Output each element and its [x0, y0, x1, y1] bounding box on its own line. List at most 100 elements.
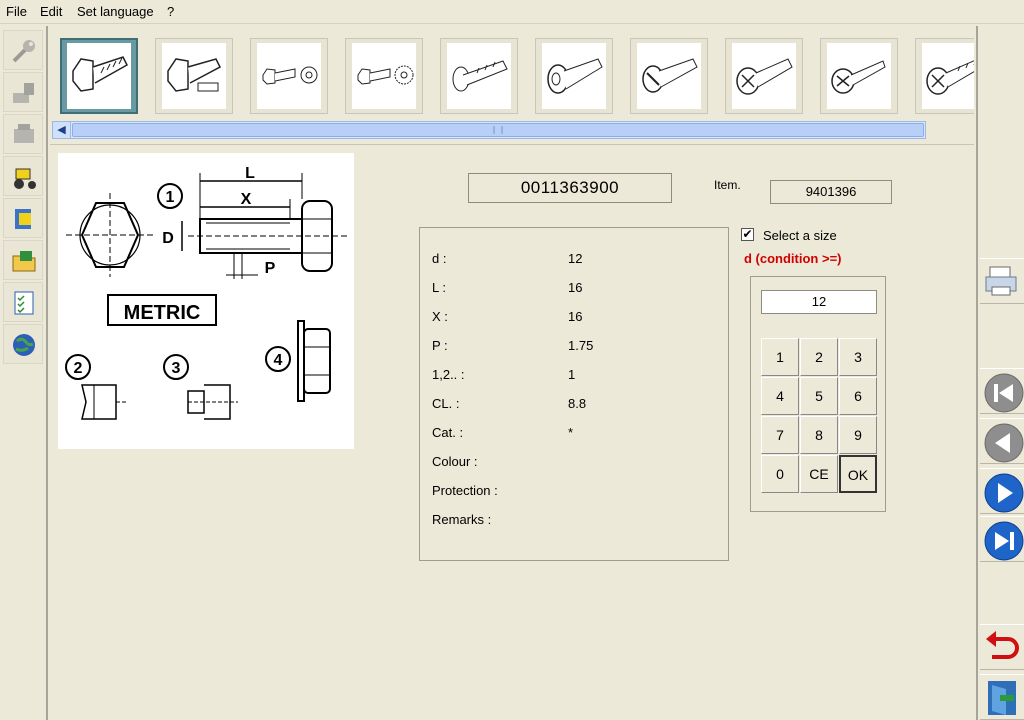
wrench-button[interactable] [3, 30, 43, 70]
spec-value: 8.8 [568, 396, 587, 411]
menu-help[interactable]: ? [167, 4, 174, 19]
diagram-label-X: X [241, 191, 252, 208]
left-toolbar [0, 26, 48, 720]
print-button[interactable] [980, 258, 1024, 304]
bolt-washer-icon [262, 66, 318, 85]
key-3[interactable]: 3 [839, 338, 877, 376]
spec-row-X: X : 16 [432, 309, 722, 329]
spec-value: 1 [568, 367, 576, 382]
book-button[interactable] [3, 198, 43, 238]
spec-row-type: 1,2.. : 1 [432, 367, 722, 387]
checklist-button[interactable] [3, 282, 43, 322]
diagram-label-D: D [162, 230, 174, 247]
thumbnail-scrollbar[interactable]: ◀ [52, 121, 926, 139]
spec-label: Cat. : [432, 425, 464, 440]
thumb-socket-cap-screw[interactable] [535, 38, 613, 114]
spec-label: Remarks : [432, 512, 492, 527]
bolt-lock-washer-icon [357, 65, 414, 85]
diagram-metric-label: METRIC [124, 302, 201, 324]
key-2[interactable]: 2 [800, 338, 838, 376]
next-record-button[interactable] [980, 468, 1024, 514]
spec-label: P : [432, 338, 448, 353]
menu-bar: File Edit Set language ? [0, 0, 1024, 24]
thumb-hex-bolt-with-label[interactable] [155, 38, 233, 114]
undo-button[interactable] [980, 624, 1024, 670]
thumb-phillips-pan-screw[interactable] [915, 38, 974, 114]
first-record-button[interactable] [980, 368, 1024, 414]
bolt-diagram: 1 L X D P METRIC 2 3 4 [58, 153, 354, 449]
spec-row-cat: Cat. : * [432, 425, 722, 445]
hammer-icon [13, 83, 34, 103]
item-label: Item. [714, 178, 741, 192]
key-8[interactable]: 8 [800, 416, 838, 454]
folder-icon [12, 251, 36, 272]
thumb-slotted-screw[interactable] [630, 38, 708, 114]
thumb-bolt-with-washer[interactable] [250, 38, 328, 114]
diagram-circle-4: 4 [274, 352, 283, 369]
tractor-button[interactable] [3, 156, 43, 196]
phillips-pan-screw-icon [926, 60, 974, 95]
menu-file[interactable]: File [6, 4, 27, 19]
right-toolbar [976, 26, 1024, 720]
thumbnail-strip [50, 26, 974, 119]
socket-cap-screw-icon [547, 58, 603, 94]
scroll-left-arrow-icon[interactable]: ◀ [53, 122, 71, 138]
previous-icon [984, 423, 1024, 463]
printer-icon [985, 266, 1017, 296]
diagram-label-L: L [245, 165, 255, 182]
spec-row-L: L : 16 [432, 280, 722, 300]
scrollbar-thumb[interactable] [72, 123, 924, 137]
key-1[interactable]: 1 [761, 338, 799, 376]
select-size-checkbox[interactable]: ✔ [741, 228, 754, 241]
last-icon [984, 521, 1024, 561]
key-6[interactable]: 6 [839, 377, 877, 415]
size-keypad: 12 1 2 3 4 5 6 7 8 9 0 CE OK [750, 276, 886, 512]
first-icon [984, 373, 1024, 413]
spec-value: 1.75 [568, 338, 594, 353]
item-number-field: 9401396 [770, 180, 892, 204]
key-ok[interactable]: OK [839, 455, 877, 493]
globe-button[interactable] [3, 324, 43, 364]
thumb-bolt-with-lock-washer[interactable] [345, 38, 423, 114]
last-record-button[interactable] [980, 516, 1024, 562]
spec-value: * [568, 425, 574, 440]
spec-label: d : [432, 251, 447, 266]
spec-label: L : [432, 280, 446, 295]
thumb-countersunk-phillips-screw[interactable] [820, 38, 898, 114]
separator [50, 144, 974, 145]
engine-button[interactable] [3, 114, 43, 154]
spec-row-remarks: Remarks : [432, 512, 722, 532]
slotted-screw-icon [642, 58, 698, 93]
hammer-button[interactable] [3, 72, 43, 112]
thumb-phillips-screw[interactable] [725, 38, 803, 114]
countersunk-phillips-icon [831, 60, 886, 94]
key-5[interactable]: 5 [800, 377, 838, 415]
previous-record-button[interactable] [980, 418, 1024, 464]
diagram-circle-3: 3 [172, 360, 181, 377]
spec-row-class: CL. : 8.8 [432, 396, 722, 416]
spec-row-P: P : 1.75 [432, 338, 722, 358]
key-0[interactable]: 0 [761, 455, 799, 493]
phillips-screw-icon [736, 58, 793, 95]
undo-icon [986, 631, 1019, 659]
spec-row-d: d : 12 [432, 251, 722, 271]
spec-row-protection: Protection : [432, 483, 722, 503]
menu-set-language[interactable]: Set language [77, 4, 154, 19]
spec-label: Colour : [432, 454, 478, 469]
key-9[interactable]: 9 [839, 416, 877, 454]
menu-edit[interactable]: Edit [40, 4, 62, 19]
key-clear[interactable]: CE [800, 455, 838, 493]
spec-value: 16 [568, 280, 583, 295]
folder-button[interactable] [3, 240, 43, 280]
spec-label: 1,2.. : [432, 367, 465, 382]
key-7[interactable]: 7 [761, 416, 799, 454]
engine-icon [14, 124, 34, 143]
spec-value: 16 [568, 309, 583, 324]
thumb-flange-bolt[interactable] [440, 38, 518, 114]
size-input[interactable]: 12 [761, 290, 877, 314]
grip-icon [493, 126, 503, 134]
thumb-hex-bolt[interactable] [60, 38, 138, 114]
key-4[interactable]: 4 [761, 377, 799, 415]
exit-button[interactable] [980, 674, 1024, 720]
specs-panel: d : 12 L : 16 X : 16 P : 1.75 1,2.. : 1 CL. :… [419, 227, 729, 561]
